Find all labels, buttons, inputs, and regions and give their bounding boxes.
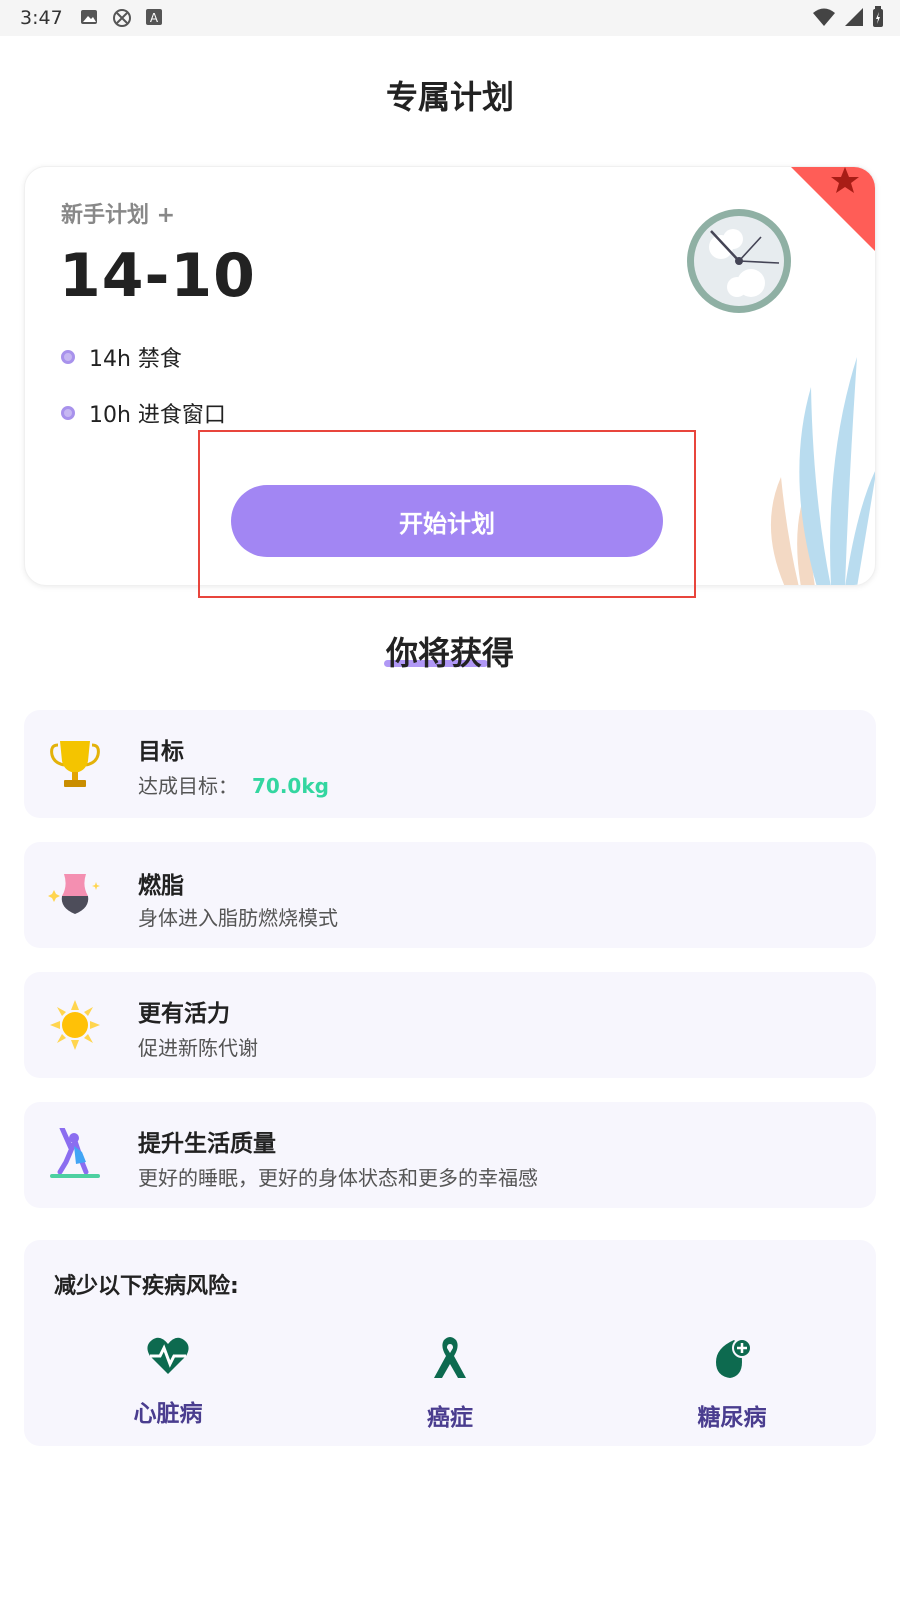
- waist-icon: [48, 874, 100, 914]
- heart-pulse-icon: [147, 1337, 189, 1374]
- benefit-energy-desc: 促进新陈代谢: [138, 1036, 258, 1060]
- plan-card: 新手计划 + 14-10 14h 禁食 10h 进食窗口 开始计划: [24, 166, 876, 586]
- battery-icon: [873, 6, 883, 27]
- benefit-goal-title: 目标: [138, 739, 184, 765]
- exercise-person-icon: [50, 1128, 100, 1178]
- status-bar: 3:47 A: [0, 0, 900, 36]
- benefit-energy: 更有活力 促进新陈代谢: [24, 972, 876, 1078]
- eating-window-bullet: 10h 进食窗口: [61, 397, 226, 429]
- benefit-goal: 目标 达成目标： 70.0kg: [24, 710, 876, 818]
- start-plan-button[interactable]: 开始计划: [231, 485, 663, 557]
- risk-cancer: 癌症: [390, 1336, 510, 1432]
- favorite-ribbon-icon[interactable]: [783, 166, 876, 259]
- signal-icon: [845, 8, 863, 26]
- plan-subtitle[interactable]: 新手计划 +: [61, 197, 175, 229]
- gains-title: 你将获得: [385, 634, 514, 672]
- disease-risk-title: 减少以下疾病风险:: [54, 1274, 239, 1299]
- trophy-icon: [50, 741, 100, 787]
- benefit-fat-burn-title: 燃脂: [138, 873, 184, 899]
- heart-disease-label: 心脏病: [133, 1401, 203, 1427]
- diabetes-label: 糖尿病: [697, 1405, 767, 1431]
- wifi-icon: [813, 8, 835, 26]
- eating-window-label: 10h 进食窗口: [89, 403, 226, 428]
- clock-icon: [687, 209, 791, 313]
- plan-ratio: 14-10: [59, 241, 256, 311]
- fasting-label: 14h 禁食: [89, 347, 182, 372]
- svg-text:A: A: [150, 11, 159, 25]
- cancer-label: 癌症: [427, 1405, 473, 1431]
- goal-desc-label: 达成目标：: [138, 774, 238, 798]
- drop-plus-icon: [716, 1338, 752, 1378]
- benefit-quality-title: 提升生活质量: [138, 1131, 276, 1157]
- disease-risk-card: 减少以下疾病风险: 心脏病 癌症 糖尿病: [24, 1240, 876, 1446]
- goal-value: 70.0kg: [252, 774, 329, 798]
- benefit-fat-burn-desc: 身体进入脂肪燃烧模式: [138, 906, 338, 930]
- benefit-goal-desc: 达成目标： 70.0kg: [138, 770, 329, 799]
- benefit-fat-burn: 燃脂 身体进入脂肪燃烧模式: [24, 842, 876, 948]
- bullet-dot-icon: [61, 406, 75, 420]
- risk-heart-disease: 心脏病: [108, 1336, 228, 1428]
- page-title: 专属计划: [385, 78, 514, 116]
- ribbon-icon: [434, 1337, 466, 1378]
- image-icon: [81, 10, 97, 24]
- benefit-energy-title: 更有活力: [138, 1001, 230, 1027]
- text-a-icon: A: [146, 9, 162, 25]
- benefit-quality: 提升生活质量 更好的睡眠，更好的身体状态和更多的幸福感: [24, 1102, 876, 1208]
- bullet-dot-icon: [61, 350, 75, 364]
- plant-decoration-icon: [770, 357, 875, 585]
- compass-icon: [113, 9, 131, 27]
- sun-icon: [50, 1000, 100, 1050]
- benefit-quality-desc: 更好的睡眠，更好的身体状态和更多的幸福感: [138, 1166, 538, 1190]
- risk-diabetes: 糖尿病: [672, 1336, 792, 1432]
- fasting-bullet: 14h 禁食: [61, 341, 182, 373]
- status-time: 3:47: [20, 7, 63, 29]
